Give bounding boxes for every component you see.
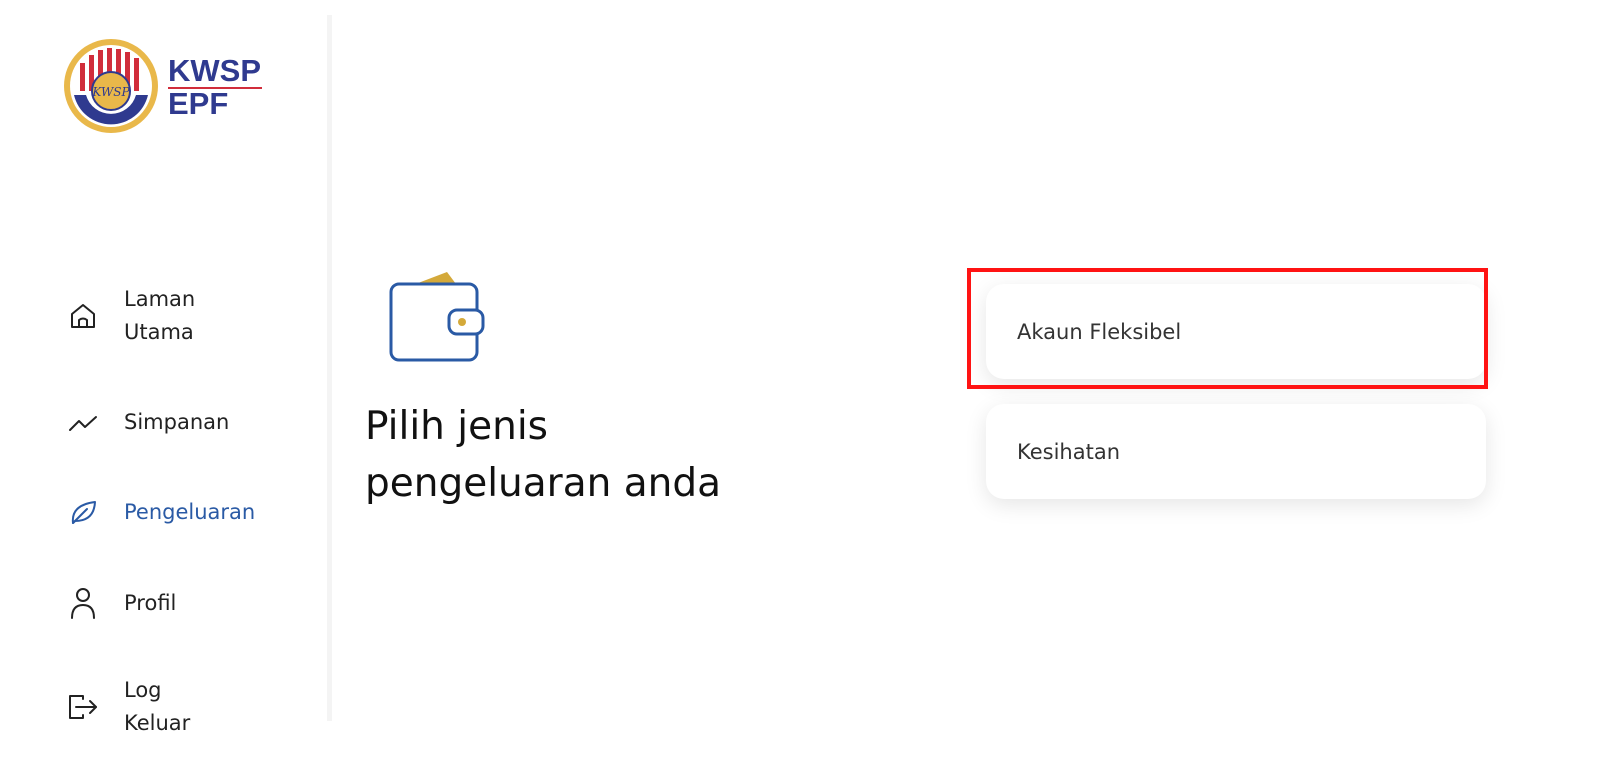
sidebar-item-label: Profil xyxy=(124,590,177,615)
option-label: Akaun Fleksibel xyxy=(1017,319,1182,344)
sidebar-item-pengeluaran[interactable]: Pengeluaran xyxy=(64,493,256,531)
sidebar-item-label: Laman Utama xyxy=(124,287,196,344)
sidebar-item-simpanan[interactable]: Simpanan xyxy=(64,403,229,441)
sidebar-item-laman-utama[interactable]: Laman Utama xyxy=(64,283,234,349)
sidebar-item-label: Pengeluaran xyxy=(124,499,256,524)
sidebar-item-label: Simpanan xyxy=(124,409,230,434)
logo-line-epf: EPF xyxy=(168,86,229,121)
sidebar: KWSP KWSP EPF Laman Utama Simpanan Penge… xyxy=(0,15,332,735)
leaf-icon xyxy=(64,493,102,531)
option-label: Kesihatan xyxy=(1017,439,1121,464)
home-icon xyxy=(64,297,102,335)
main-content: Pilih jenis pengeluaran anda Akaun Fleks… xyxy=(337,0,1600,779)
sidebar-item-profil[interactable]: Profil xyxy=(64,584,176,622)
page-title: Pilih jenis pengeluaran anda xyxy=(365,404,721,506)
sidebar-item-log-keluar[interactable]: Log Keluar xyxy=(64,674,234,740)
person-icon xyxy=(64,584,102,622)
logo-divider xyxy=(168,87,262,89)
wallet-icon xyxy=(387,268,487,372)
kwsp-emblem: KWSP xyxy=(64,39,158,133)
kwsp-epf-logo[interactable]: KWSP KWSP EPF xyxy=(62,37,272,137)
logo-line-kwsp: KWSP xyxy=(168,53,261,88)
option-kesihatan[interactable]: Kesihatan xyxy=(986,404,1486,499)
logout-icon xyxy=(64,688,102,726)
sidebar-item-label: Log Keluar xyxy=(124,678,191,735)
trend-line-icon xyxy=(64,403,102,441)
emblem-lettering: KWSP xyxy=(91,85,130,99)
option-akaun-fleksibel[interactable]: Akaun Fleksibel xyxy=(986,284,1486,379)
